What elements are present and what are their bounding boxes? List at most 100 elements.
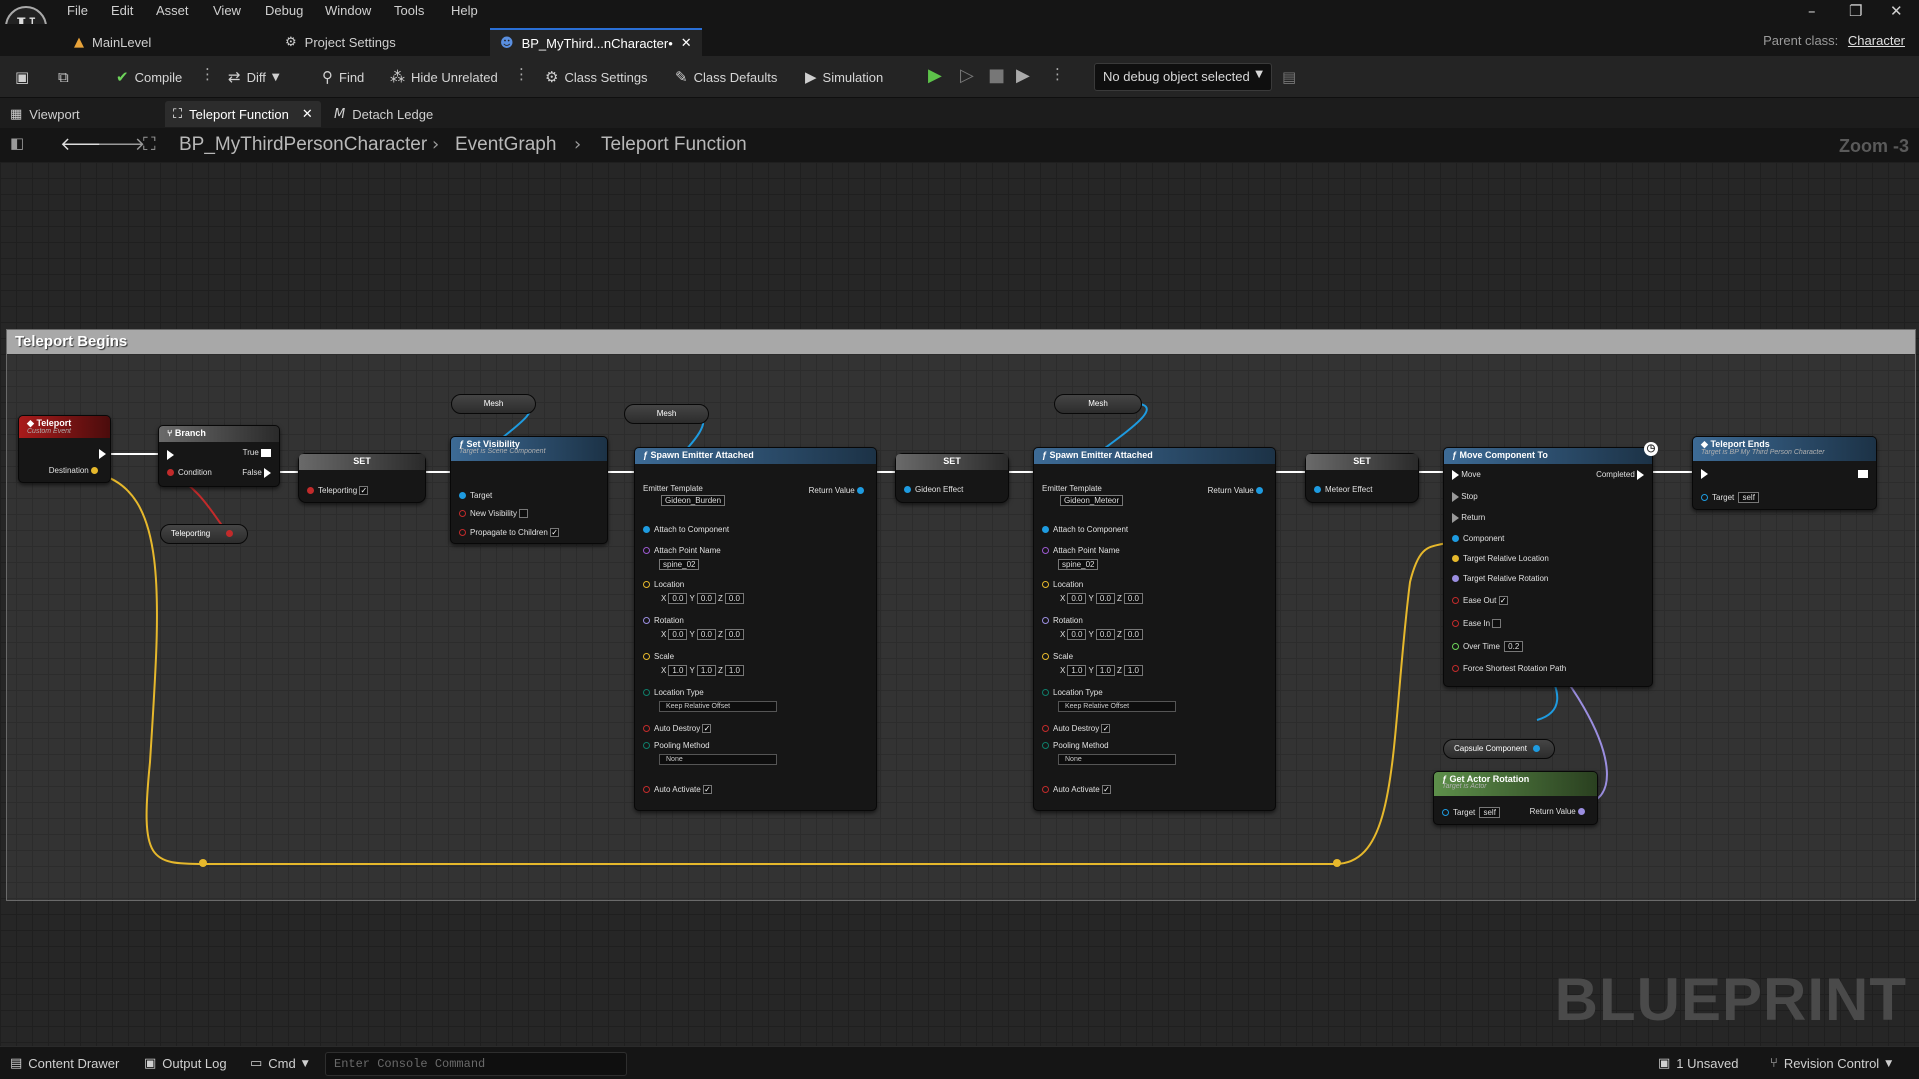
location-type-select[interactable]: Keep Relative Offset	[1058, 701, 1176, 712]
attach-point-pin[interactable]: Attach Point Name	[1042, 546, 1120, 555]
location-pin[interactable]: Location	[643, 580, 684, 589]
tab-detach-ledge[interactable]: M Detach Ledge	[326, 101, 441, 127]
menu-view[interactable]: View	[213, 3, 241, 18]
stop-icon[interactable]: ■	[988, 65, 1005, 86]
condition-pin[interactable]: Condition	[167, 468, 212, 477]
breadcrumb-function[interactable]: Teleport Function	[601, 134, 747, 156]
exec-out-pin[interactable]	[99, 449, 106, 459]
close-tab-icon[interactable]: ✕	[681, 36, 692, 51]
branch-node[interactable]: ⑂ Branch True Condition False	[158, 425, 280, 487]
eject-icon[interactable]: ▶	[1016, 65, 1030, 86]
tab-teleport-function[interactable]: ⛶ Teleport Function ✕	[165, 101, 321, 127]
attach-point-field[interactable]: spine_02	[1056, 559, 1100, 570]
class-settings-button[interactable]: ⚙ Class Settings	[545, 64, 648, 90]
target-pin[interactable]: Target	[459, 491, 492, 500]
menu-debug[interactable]: Debug	[265, 3, 303, 18]
component-pin[interactable]: Component	[1452, 534, 1504, 543]
close-window-icon[interactable]: ✕	[1890, 2, 1903, 20]
ease-out-pin[interactable]: Ease Out ✓	[1452, 596, 1508, 606]
attach-to-component-pin[interactable]: Attach to Component	[1042, 525, 1128, 534]
save-button[interactable]: ▣	[15, 64, 29, 90]
find-button[interactable]: ⚲ Find	[322, 64, 364, 90]
scale-pin[interactable]: Scale	[643, 652, 674, 661]
pooling-method-pin[interactable]: Pooling Method	[1042, 741, 1109, 750]
mesh-variable-node[interactable]: Mesh	[624, 404, 709, 424]
meteor-effect-pin[interactable]: Meteor Effect	[1314, 485, 1372, 494]
emitter-template-select[interactable]: Gideon_Meteor	[1058, 495, 1125, 506]
debug-browse-button[interactable]: ▤	[1282, 64, 1296, 90]
rotation-pin[interactable]: Rotation	[1042, 616, 1083, 625]
bookmark-icon[interactable]: ◧	[10, 134, 24, 152]
menu-asset[interactable]: Asset	[156, 3, 189, 18]
pooling-method-pin[interactable]: Pooling Method	[643, 741, 710, 750]
menu-tools[interactable]: Tools	[394, 3, 424, 18]
teleporting-checkbox[interactable]: ✓	[359, 486, 369, 496]
attach-to-component-pin[interactable]: Attach to Component	[643, 525, 729, 534]
emitter-template-pin[interactable]: Emitter Template	[1042, 484, 1102, 493]
ease-in-pin[interactable]: Ease In	[1452, 619, 1502, 629]
get-actor-rotation-node[interactable]: ƒ Get Actor Rotation Target is Actor Tar…	[1433, 771, 1598, 825]
return-value-pin[interactable]: Return Value	[1530, 807, 1589, 816]
spawn-emitter-node-1[interactable]: ƒ Spawn Emitter Attached Emitter Templat…	[634, 447, 877, 811]
spawn-emitter-node-2[interactable]: ƒ Spawn Emitter Attached Emitter Templat…	[1033, 447, 1276, 811]
forward-arrow-icon[interactable]: 🡒	[97, 134, 145, 155]
restore-icon[interactable]: ❐	[1849, 2, 1862, 20]
mesh-variable-node[interactable]: Mesh	[451, 394, 536, 414]
auto-destroy-pin[interactable]: Auto Destroy ✓	[643, 724, 712, 734]
auto-activate-checkbox[interactable]: ✓	[1101, 785, 1111, 795]
play-options-icon[interactable]: ⋮	[1050, 65, 1065, 83]
simulation-button[interactable]: ▶ Simulation	[805, 64, 883, 90]
exec-in-pin[interactable]	[1701, 469, 1708, 479]
menu-window[interactable]: Window	[325, 3, 371, 18]
cmd-button[interactable]: ▭ Cmd ▼	[250, 1056, 309, 1071]
auto-destroy-checkbox[interactable]: ✓	[1101, 724, 1111, 734]
teleporting-pin[interactable]: Teleporting ✓	[307, 486, 369, 496]
return-pin[interactable]: Return	[1452, 513, 1485, 523]
force-rotation-pin[interactable]: Force Shortest Rotation Path	[1452, 664, 1566, 673]
browse-button[interactable]: ⧉	[58, 64, 69, 90]
completed-pin[interactable]: Completed	[1596, 470, 1644, 480]
emitter-template-pin[interactable]: Emitter Template	[643, 484, 703, 493]
menu-edit[interactable]: Edit	[111, 3, 133, 18]
breadcrumb-eventgraph[interactable]: EventGraph	[455, 134, 556, 156]
rotation-pin[interactable]: Rotation	[643, 616, 684, 625]
pooling-method-select[interactable]: None	[659, 754, 777, 765]
gideon-effect-pin[interactable]: Gideon Effect	[904, 485, 963, 494]
target-location-pin[interactable]: Target Relative Location	[1452, 554, 1549, 563]
destination-pin[interactable]: Destination	[49, 466, 102, 475]
location-type-pin[interactable]: Location Type	[643, 688, 704, 697]
menu-file[interactable]: File	[67, 3, 88, 18]
auto-destroy-checkbox[interactable]: ✓	[702, 724, 712, 734]
exec-in-pin[interactable]	[167, 450, 174, 460]
auto-destroy-pin[interactable]: Auto Destroy ✓	[1042, 724, 1111, 734]
breadcrumb-blueprint[interactable]: BP_MyThirdPersonCharacter	[179, 134, 427, 156]
pooling-method-select[interactable]: None	[1058, 754, 1176, 765]
hide-options-icon[interactable]: ⋮	[514, 65, 529, 83]
over-time-value[interactable]: 0.2	[1504, 641, 1524, 652]
teleport-event-node[interactable]: ◆ Teleport Custom Event Destination	[18, 415, 111, 483]
diff-button[interactable]: ⇄ Diff ▼	[228, 64, 280, 90]
attach-point-pin[interactable]: Attach Point Name	[643, 546, 721, 555]
location-fields[interactable]: X 0.0 Y 0.0 Z 0.0	[1060, 593, 1145, 604]
doc-tab-mainlevel[interactable]: ▲ MainLevel	[64, 28, 161, 56]
step-icon[interactable]: ▷	[960, 65, 974, 86]
return-value-pin[interactable]: Return Value	[1208, 486, 1267, 495]
set-teleporting-node[interactable]: SET Teleporting ✓	[298, 453, 426, 503]
hide-unrelated-button[interactable]: ⁂ Hide Unrelated	[390, 64, 498, 90]
play-icon[interactable]: ▶	[928, 65, 942, 86]
location-pin[interactable]: Location	[1042, 580, 1083, 589]
close-tab-icon[interactable]: ✕	[302, 107, 313, 122]
ease-in-checkbox[interactable]	[1492, 619, 1502, 629]
set-meteor-effect-node[interactable]: SET Meteor Effect	[1305, 453, 1419, 503]
target-pin[interactable]: Target self	[1442, 807, 1502, 818]
auto-activate-pin[interactable]: Auto Activate ✓	[1042, 785, 1111, 795]
location-type-pin[interactable]: Location Type	[1042, 688, 1103, 697]
stop-pin[interactable]: Stop	[1452, 492, 1478, 502]
set-visibility-node[interactable]: ƒ Set Visibility Target is Scene Compone…	[450, 436, 608, 544]
new-visibility-pin[interactable]: New Visibility	[459, 509, 529, 519]
content-drawer-button[interactable]: ▤ Content Drawer	[10, 1056, 119, 1071]
ease-out-checkbox[interactable]: ✓	[1498, 596, 1508, 606]
capsule-component-variable-node[interactable]: Capsule Component	[1443, 739, 1555, 759]
unsaved-button[interactable]: ▣ 1 Unsaved	[1658, 1056, 1738, 1071]
teleporting-variable-node[interactable]: Teleporting	[160, 524, 248, 544]
